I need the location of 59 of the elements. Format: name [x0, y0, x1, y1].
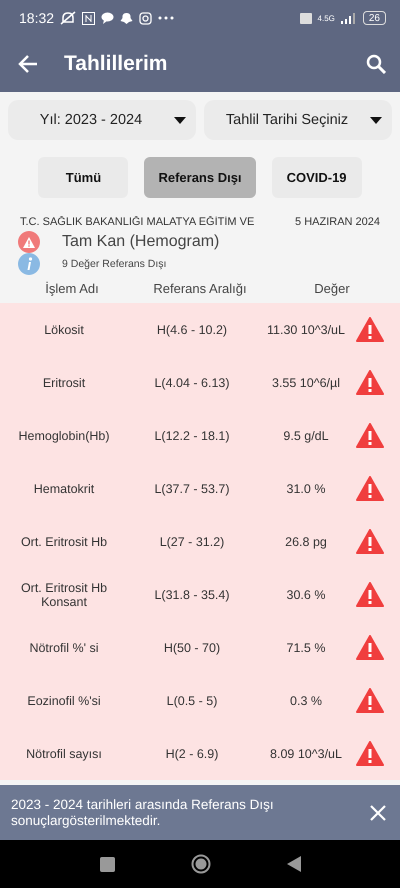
chat-icon	[101, 12, 114, 24]
reference-range: L(37.7 - 53.7)	[153, 482, 231, 496]
test-value: 71.5 %	[286, 640, 326, 654]
test-name: Eozinofil %'si	[26, 694, 102, 708]
reference-range: L(12.2 - 18.1)	[153, 428, 231, 442]
battery-icon: 26	[362, 11, 386, 25]
more-icon	[158, 16, 174, 20]
test-title: Tam Kan (Hemogram)	[62, 233, 220, 251]
home-button[interactable]	[190, 854, 210, 874]
back-button[interactable]	[286, 856, 300, 872]
camera-icon	[139, 12, 152, 24]
reference-range: L(31.8 - 35.4)	[153, 588, 231, 602]
dropdown[interactable]: Tahlil Tarihi Seçiniz	[204, 100, 392, 140]
clock: 18:32	[19, 10, 54, 26]
test-value: 11.30 10^3/uL	[266, 322, 346, 336]
snackbar-message: 2023 - 2024 tarihleri arasında Referans Dışı sonuçlargösterilmektedir.	[11, 796, 275, 828]
test-value: 30.6 %	[286, 588, 326, 602]
nfc-icon	[82, 12, 96, 24]
info-icon	[18, 253, 40, 275]
test-value: 8.09 10^3/uL	[269, 746, 343, 760]
column-header: İşlem Adı	[44, 281, 100, 296]
column-header: Değer	[313, 281, 351, 296]
test-value: 26.8 pg	[284, 534, 328, 548]
test-name: Hematokrit	[32, 482, 96, 496]
report-date: 5 HAZIRAN 2024	[295, 216, 380, 228]
reference-range: H(4.6 - 10.2)	[156, 322, 228, 336]
reference-range: H(2 - 6.9)	[164, 746, 220, 760]
filter-tab[interactable]: Referans Dışı	[144, 157, 256, 198]
test-name: Hemoglobin(Hb)	[17, 428, 110, 442]
reference-range: L(4.04 - 6.13)	[153, 376, 231, 390]
network-type: 4.5G	[318, 14, 335, 22]
warning-icon	[18, 231, 40, 253]
test-name: Eritrosit	[42, 376, 86, 390]
caret-icon	[174, 116, 186, 124]
test-value: 0.3 %	[289, 694, 323, 708]
recents-button[interactable]	[100, 856, 114, 872]
test-value: 3.55 10^6/µl	[271, 376, 341, 390]
test-name: Nötrofil %' si	[28, 640, 100, 654]
test-name: Ort. Eritrosit Hb	[20, 534, 108, 548]
signal-icon	[340, 12, 357, 24]
dropdown[interactable]: Yıl: 2023 - 2024	[8, 100, 196, 140]
test-name: Lökosit	[43, 322, 85, 336]
out-of-range-count: 9 Değer Referans Dışı	[62, 258, 166, 270]
test-value: 9.5 g/dL	[282, 428, 330, 442]
test-value: 31.0 %	[286, 482, 326, 496]
filter-tab[interactable]: Tümü	[38, 157, 128, 198]
test-name: Ort. Eritrosit Hb Konsant	[20, 580, 108, 608]
page-title: Tahlillerim	[64, 52, 168, 76]
back-arrow-icon[interactable]	[18, 55, 38, 73]
search-icon[interactable]	[366, 54, 386, 74]
column-header: Referans Aralığı	[152, 281, 248, 296]
close-icon[interactable]	[370, 804, 386, 820]
mute-icon	[60, 11, 76, 25]
test-name: Nötrofil sayısı	[25, 746, 103, 760]
reference-range: L(27 - 31.2)	[158, 534, 226, 548]
filter-tab[interactable]: COVID-19	[272, 157, 362, 198]
reference-range: H(50 - 70)	[162, 640, 222, 654]
reference-range: L(0.5 - 5)	[166, 694, 218, 708]
caret-icon	[370, 116, 382, 124]
